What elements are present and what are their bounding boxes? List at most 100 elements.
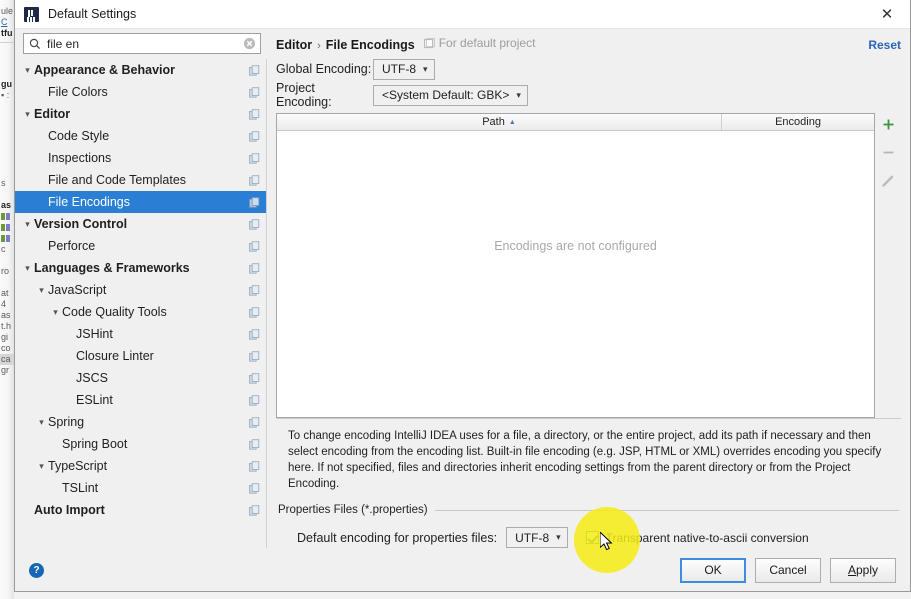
sidebar-item-editor[interactable]: ▾ Editor [15, 103, 266, 125]
dialog-footer: ? OK Cancel Apply [15, 548, 910, 591]
copy-settings-icon[interactable] [249, 416, 260, 428]
sidebar-item-jshint[interactable]: JSHint [15, 323, 266, 345]
sidebar-item-eslint[interactable]: ESLint [15, 389, 266, 411]
encodings-table[interactable]: Path ▲ Encoding Encodings are not config… [276, 113, 875, 418]
dialog-titlebar: Default Settings ✕ [15, 0, 910, 29]
sidebar-item-code-style[interactable]: Code Style [15, 125, 266, 147]
cancel-button[interactable]: Cancel [755, 557, 821, 583]
copy-settings-icon[interactable] [249, 86, 260, 98]
sidebar-item-tslint[interactable]: TSLint [15, 477, 266, 499]
bg-fragment: gi [1, 332, 9, 342]
background-editor-strip: ule C tfu gu ▪ : s as c ro at 4 as t.h g… [0, 0, 14, 599]
copy-settings-icon[interactable] [249, 174, 260, 186]
sidebar-item-label: Auto Import [34, 503, 105, 517]
global-encoding-dropdown[interactable]: UTF-8 ▾ [373, 58, 435, 80]
sidebar-item-typescript[interactable]: ▾ TypeScript [15, 455, 266, 477]
copy-settings-icon[interactable] [249, 130, 260, 142]
chevron-down-icon[interactable]: ▾ [21, 65, 34, 75]
sidebar-item-file-encodings[interactable]: File Encodings [15, 191, 266, 213]
reset-link[interactable]: Reset [868, 38, 901, 52]
scope-note: For default project [423, 36, 535, 50]
breadcrumb-separator: › [317, 39, 321, 52]
search-icon [29, 38, 41, 49]
copy-settings-icon[interactable] [249, 64, 260, 76]
copy-settings-icon[interactable] [249, 328, 260, 340]
default-settings-dialog: Default Settings ✕ file en ▾ Appearance … [14, 0, 911, 592]
sidebar-item-version-control[interactable]: ▾ Version Control [15, 213, 266, 235]
chevron-down-icon[interactable]: ▾ [35, 417, 48, 427]
properties-group-legend: Properties Files (*.properties) [278, 504, 899, 516]
copy-settings-icon[interactable] [249, 284, 260, 296]
sidebar-item-label: JSCS [76, 371, 108, 385]
column-header-path-label: Path [482, 116, 505, 128]
transparent-conversion-checkbox[interactable] [585, 531, 599, 544]
sidebar-item-auto-import[interactable]: Auto Import [15, 499, 266, 521]
copy-settings-icon[interactable] [249, 372, 260, 384]
breadcrumb-parent[interactable]: Editor [276, 38, 312, 52]
bg-fragment: co [1, 343, 11, 353]
ok-button[interactable]: OK [680, 557, 746, 583]
column-header-path[interactable]: Path ▲ [277, 114, 722, 130]
sidebar-item-javascript[interactable]: ▾ JavaScript [15, 279, 266, 301]
chevron-down-icon[interactable]: ▾ [49, 307, 62, 317]
search-input[interactable]: file en [41, 37, 243, 51]
project-encoding-dropdown[interactable]: <System Default: GBK> ▾ [373, 84, 528, 106]
search-box[interactable]: file en [23, 33, 261, 54]
chevron-down-icon[interactable]: ▾ [21, 219, 34, 229]
table-body[interactable]: Encodings are not configured [277, 131, 874, 417]
bg-fragment: gr [1, 365, 10, 375]
settings-tree[interactable]: ▾ Appearance & Behavior File Colors ▾ Editor… [15, 59, 267, 548]
bg-fragment [0, 222, 14, 233]
project-encoding-label: Project Encoding: [276, 81, 332, 109]
remove-button[interactable] [876, 142, 900, 163]
sidebar-item-file-and-code-templates[interactable]: File and Code Templates [15, 169, 266, 191]
help-icon[interactable]: ? [29, 562, 44, 578]
project-encoding-row: Project Encoding: <System Default: GBK> … [276, 81, 901, 109]
sidebar-item-spring-boot[interactable]: Spring Boot [15, 433, 266, 455]
bg-fragment: c [1, 244, 6, 254]
copy-settings-icon[interactable] [249, 196, 260, 208]
encodings-table-area: Path ▲ Encoding Encodings are not config… [276, 113, 901, 418]
sidebar-item-label: Code Style [48, 129, 110, 143]
column-header-encoding[interactable]: Encoding [722, 114, 874, 130]
copy-settings-icon[interactable] [249, 438, 260, 450]
add-button[interactable] [876, 114, 900, 135]
copy-settings-icon[interactable] [249, 394, 260, 406]
sidebar-item-label: Spring Boot [62, 437, 128, 451]
sidebar-item-perforce[interactable]: Perforce [15, 235, 266, 257]
empty-state-message: Encodings are not configured [494, 239, 657, 253]
apply-button[interactable]: Apply [830, 557, 896, 583]
sidebar-item-jscs[interactable]: JSCS [15, 367, 266, 389]
copy-settings-icon[interactable] [249, 240, 260, 252]
edit-button[interactable] [876, 170, 900, 191]
chevron-down-icon[interactable]: ▾ [35, 285, 48, 295]
copy-settings-icon[interactable] [249, 504, 260, 516]
copy-settings-icon[interactable] [249, 482, 260, 494]
chevron-down-icon[interactable]: ▾ [35, 461, 48, 471]
chevron-down-icon[interactable]: ▾ [21, 263, 34, 273]
copy-settings-icon[interactable] [249, 306, 260, 318]
bg-fragment: t.h [1, 321, 12, 331]
sidebar-item-label: Inspections [48, 151, 112, 165]
sidebar-item-code-quality-tools[interactable]: ▾ Code Quality Tools [15, 301, 266, 323]
copy-settings-icon[interactable] [249, 350, 260, 362]
chevron-down-icon[interactable]: ▾ [21, 109, 34, 119]
bg-fragment [0, 233, 14, 244]
copy-settings-icon[interactable] [249, 218, 260, 230]
copy-settings-icon[interactable] [249, 152, 260, 164]
clear-icon[interactable] [243, 37, 256, 50]
copy-settings-icon[interactable] [249, 460, 260, 472]
close-icon[interactable]: ✕ [864, 0, 910, 29]
transparent-conversion-checkbox-wrap[interactable]: Transparent native-to-ascii conversion [585, 531, 809, 545]
sidebar-item-languages-frameworks[interactable]: ▾ Languages & Frameworks [15, 257, 266, 279]
sidebar-item-closure-linter[interactable]: Closure Linter [15, 345, 266, 367]
sidebar-item-label: Appearance & Behavior [34, 63, 176, 77]
copy-settings-icon[interactable] [249, 262, 260, 274]
sidebar-item-inspections[interactable]: Inspections [15, 147, 266, 169]
sidebar-item-appearance-behavior[interactable]: ▾ Appearance & Behavior [15, 59, 266, 81]
properties-encoding-dropdown[interactable]: UTF-8 ▾ [506, 527, 568, 548]
sidebar-item-spring[interactable]: ▾ Spring [15, 411, 266, 433]
encodings-description: To change encoding IntelliJ IDEA uses fo… [276, 418, 901, 500]
sidebar-item-file-colors[interactable]: File Colors [15, 81, 266, 103]
copy-settings-icon[interactable] [249, 108, 260, 120]
